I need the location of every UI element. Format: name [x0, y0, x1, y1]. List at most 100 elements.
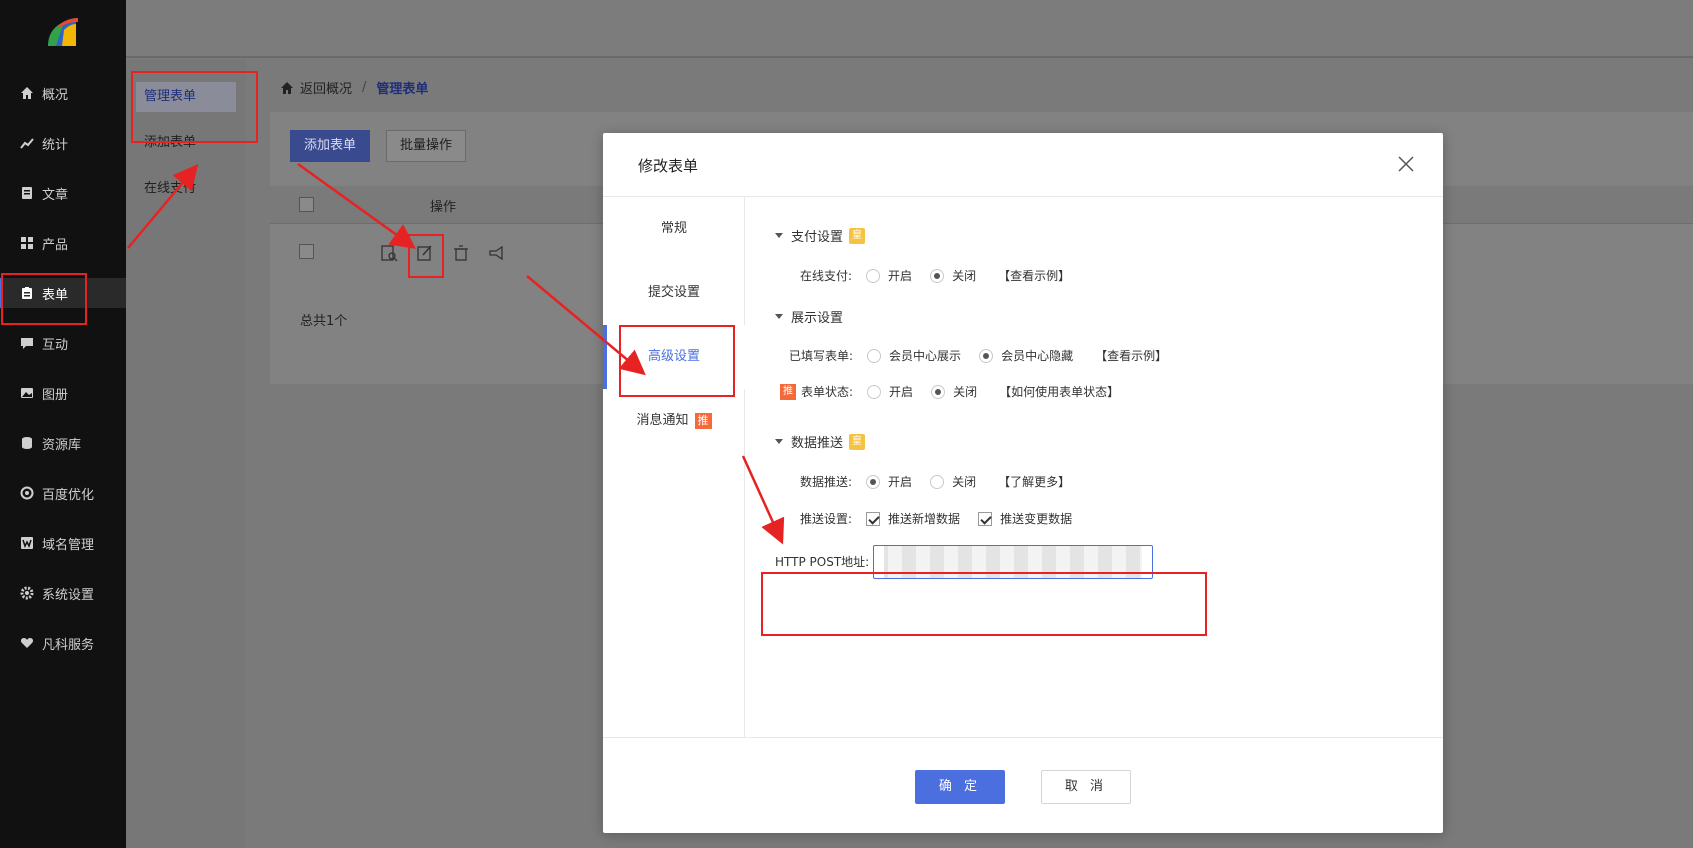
article-icon	[22, 187, 32, 199]
tab-general[interactable]: 常规	[603, 197, 745, 261]
radio[interactable]	[979, 348, 994, 363]
http-post-row: HTTP POST地址:	[775, 553, 883, 570]
radio[interactable]	[866, 474, 881, 489]
online-pay-label: 在线支付:	[800, 269, 853, 283]
breadcrumb-back-link[interactable]: 返回概况	[300, 78, 352, 97]
radio[interactable]	[930, 474, 945, 489]
sidebar-item-settings[interactable]: 系统设置	[0, 578, 126, 608]
modal-header: 修改表单	[603, 133, 1443, 197]
sidebar-item-domains[interactable]: 域名管理	[0, 528, 126, 558]
delete-icon[interactable]	[452, 244, 470, 262]
tab-notifications-label: 消息通知	[636, 413, 689, 428]
submenu-item-online-pay[interactable]: 在线支付	[136, 174, 236, 204]
image-icon	[21, 388, 33, 398]
sidebar-item-label: 统计	[42, 137, 69, 153]
online-pay-row: 在线支付: 开启 关闭 【查看示例】	[800, 267, 1070, 284]
sidebar-item-label: 资源库	[42, 437, 82, 453]
sidebar-item-interaction[interactable]: 互动	[0, 328, 126, 358]
add-form-button[interactable]: 添加表单	[290, 130, 370, 162]
section-display[interactable]: 展示设置	[775, 307, 843, 326]
row-checkbox[interactable]	[299, 244, 314, 259]
sidebar-item-label: 域名管理	[42, 537, 95, 553]
data-push-on-option[interactable]: 开启	[866, 473, 912, 490]
sidebar-item-articles[interactable]: 文章	[0, 178, 126, 208]
form-status-label: 表单状态:	[801, 385, 854, 399]
section-payment[interactable]: 支付设置 皇	[775, 226, 866, 245]
annotation-box-forms	[1, 273, 87, 325]
section-display-title: 展示设置	[791, 311, 844, 326]
sidebar-item-label: 文章	[42, 187, 69, 203]
tab-submit-settings[interactable]: 提交设置	[603, 261, 745, 325]
push-new-data-option[interactable]: 推送新增数据	[866, 510, 960, 527]
cancel-button[interactable]: 取 消	[1041, 770, 1131, 804]
radio[interactable]	[931, 384, 946, 399]
sidebar-item-resources[interactable]: 资源库	[0, 428, 126, 458]
caret-down-icon	[775, 314, 783, 319]
confirm-button[interactable]: 确 定	[915, 770, 1005, 804]
sidebar-item-label: 百度优化	[42, 487, 95, 503]
sidebar-item-services[interactable]: 凡科服务	[0, 628, 126, 658]
online-pay-help-link[interactable]: 【查看示例】	[998, 267, 1070, 284]
form-status-row: 推 表单状态: 开启 关闭 【如何使用表单状态】	[780, 383, 1119, 400]
section-data-push-title: 数据推送	[791, 436, 844, 451]
modal-tab-list: 常规 提交设置 高级设置 消息通知推	[603, 197, 745, 737]
radio[interactable]	[930, 268, 945, 283]
online-pay-off-option[interactable]: 关闭	[930, 267, 976, 284]
sidebar-item-products[interactable]: 产品	[0, 228, 126, 258]
caret-down-icon	[775, 233, 783, 238]
select-all-checkbox[interactable]	[299, 197, 314, 212]
radio[interactable]	[867, 348, 882, 363]
member-center-show-option[interactable]: 会员中心展示	[867, 347, 961, 364]
caret-down-icon	[775, 439, 783, 444]
data-push-off-option[interactable]: 关闭	[930, 473, 976, 490]
checkbox[interactable]	[866, 511, 881, 526]
sidebar-item-label: 概况	[42, 87, 69, 103]
push-changed-data-option[interactable]: 推送变更数据	[978, 510, 1072, 527]
checkbox[interactable]	[978, 511, 993, 526]
form-status-on-option[interactable]: 开启	[867, 383, 913, 400]
breadcrumb-separator: /	[362, 80, 367, 95]
push-badge: 推	[780, 383, 796, 400]
form-status-help-link[interactable]: 【如何使用表单状态】	[999, 383, 1119, 400]
sidebar-item-label: 系统设置	[42, 587, 95, 603]
sidebar-item-label: 凡科服务	[42, 637, 95, 653]
chat-icon	[21, 338, 33, 349]
annotation-box-http-post	[761, 572, 1207, 636]
option-label: 关闭	[952, 475, 977, 489]
option-label: 推送变更数据	[1000, 512, 1073, 526]
radio[interactable]	[867, 384, 882, 399]
option-label: 推送新增数据	[888, 512, 961, 526]
annotation-box-submenu	[131, 71, 258, 143]
sidebar-item-label: 产品	[42, 237, 69, 253]
modal-footer: 确 定 取 消	[603, 737, 1443, 833]
vip-badge: 皇	[849, 227, 866, 244]
member-center-hide-option[interactable]: 会员中心隐藏	[979, 347, 1073, 364]
option-label: 开启	[888, 475, 913, 489]
home-icon	[281, 81, 293, 94]
form-status-off-option[interactable]: 关闭	[931, 383, 977, 400]
sidebar-item-stats[interactable]: 统计	[0, 128, 126, 158]
radio[interactable]	[866, 268, 881, 283]
annotation-box-edit	[408, 234, 444, 278]
total-count: 总共1个	[300, 314, 348, 329]
close-icon[interactable]	[1397, 155, 1415, 173]
online-pay-on-option[interactable]: 开启	[866, 267, 912, 284]
sidebar-item-overview[interactable]: 概况	[0, 78, 126, 108]
sidebar-item-gallery[interactable]: 图册	[0, 378, 126, 408]
option-label: 关闭	[953, 385, 978, 399]
breadcrumb-current: 管理表单	[376, 82, 429, 97]
sidebar-item-seo[interactable]: 百度优化	[0, 478, 126, 508]
data-push-help-link[interactable]: 【了解更多】	[998, 473, 1070, 490]
preview-icon[interactable]	[380, 244, 398, 262]
promote-icon[interactable]	[488, 244, 506, 262]
data-push-row: 数据推送: 开启 关闭 【了解更多】	[800, 473, 1070, 490]
section-data-push[interactable]: 数据推送 皇	[775, 432, 866, 451]
option-label: 开启	[888, 269, 913, 283]
tab-notifications[interactable]: 消息通知推	[603, 389, 745, 453]
filled-form-help-link[interactable]: 【查看示例】	[1095, 347, 1167, 364]
batch-operation-button[interactable]: 批量操作	[386, 130, 466, 162]
sidebar-item-label: 图册	[42, 387, 69, 403]
http-post-label: HTTP POST地址:	[775, 555, 870, 569]
annotation-box-advanced-tab	[619, 325, 735, 397]
sidebar: 概况 统计 文章 产品 表单 互动 图册 资源库 百度优化 域名管理 系统设置	[0, 0, 126, 848]
